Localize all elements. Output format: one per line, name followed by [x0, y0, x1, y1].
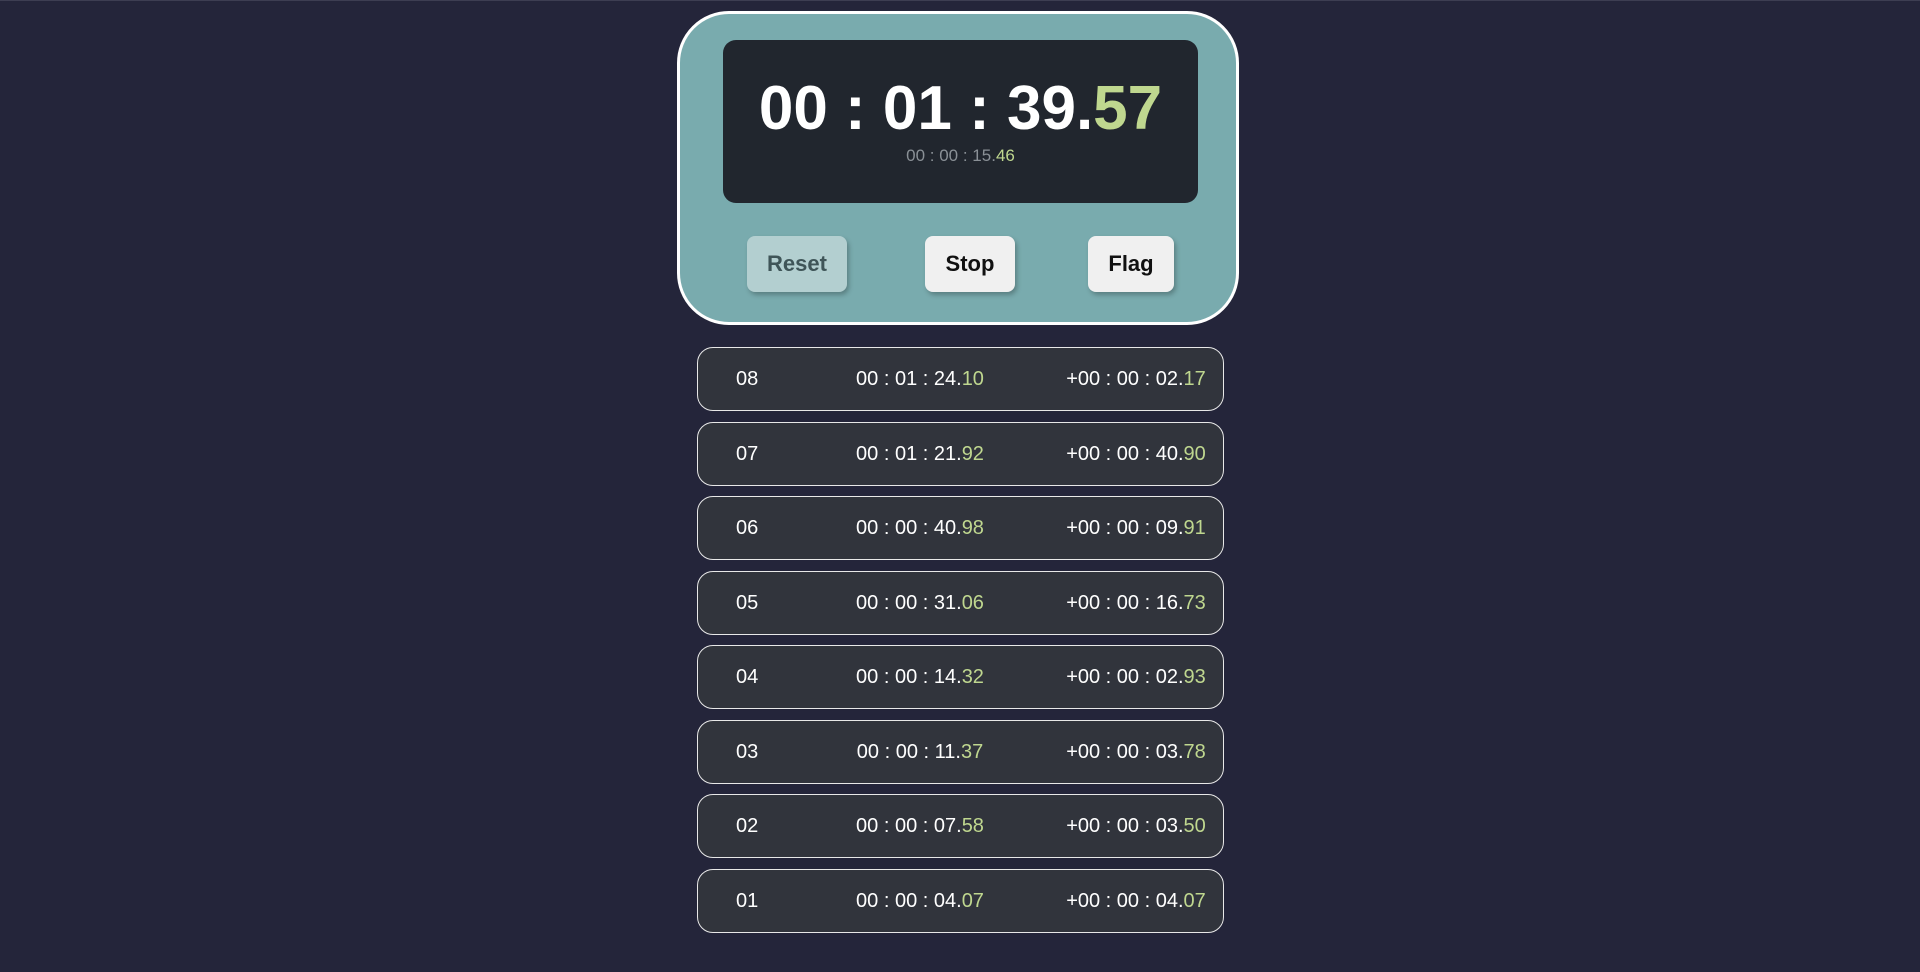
lap-row: 02 00 : 00 : 07.58 +00 : 00 : 03.50: [697, 794, 1224, 858]
lap-row: 01 00 : 00 : 04.07 +00 : 00 : 04.07: [697, 868, 1224, 933]
lap-split-base: +00 : 00 : 04.: [1066, 889, 1184, 912]
lap-number: 01: [736, 889, 759, 912]
lap-split-centiseconds: 78: [1183, 740, 1206, 763]
lap-split-time: +00 : 00 : 02.17: [1036, 369, 1236, 389]
lap-total-centiseconds: 07: [961, 889, 984, 912]
lap-split-base: +00 : 00 : 09.: [1066, 517, 1184, 539]
lap-row: 07 00 : 01 : 21.92 +00 : 00 : 40.90: [697, 421, 1224, 486]
stop-button[interactable]: Stop: [925, 236, 1015, 292]
lap-split-centiseconds: 73: [1183, 591, 1206, 614]
lap-total-base: 00 : 01 : 24.: [856, 368, 962, 390]
lap-total-time: 00 : 01 : 21.92: [835, 444, 1005, 464]
lap-split-base: +00 : 00 : 16.: [1066, 591, 1184, 614]
current-lap-time: 00 : 00 : 15.46: [723, 147, 1198, 164]
lap-total-base: 00 : 00 : 11.: [856, 740, 961, 763]
lap-row: 03 00 : 00 : 11.37 +00 : 00 : 03.78: [697, 719, 1224, 784]
lap-total-base: 00 : 00 : 14.: [856, 666, 962, 688]
lap-split-centiseconds: 90: [1183, 442, 1206, 465]
lap-split-base: +00 : 00 : 03.: [1066, 740, 1184, 763]
lap-number: 07: [736, 442, 759, 465]
lap-number: 08: [736, 368, 759, 390]
lap-split-centiseconds: 50: [1183, 815, 1206, 837]
lap-total-centiseconds: 10: [961, 368, 984, 390]
lap-split-time: +00 : 00 : 16.73: [1036, 593, 1236, 613]
lap-total-time: 00 : 00 : 40.98: [835, 518, 1005, 538]
lap-split-base: +00 : 00 : 02.: [1066, 368, 1184, 390]
lap-row: 05 00 : 00 : 31.06 +00 : 00 : 16.73: [697, 570, 1224, 635]
lap-total-centiseconds: 92: [961, 442, 984, 465]
lap-split-time: +00 : 00 : 03.50: [1036, 816, 1236, 836]
reset-button[interactable]: Reset: [747, 236, 847, 292]
lap-total-base: 00 : 01 : 21.: [856, 442, 962, 465]
lap-total-base: 00 : 00 : 04.: [856, 889, 962, 912]
stopwatch-panel: 00 : 01 : 39.57 00 : 00 : 15.46 Reset St…: [677, 11, 1239, 325]
lap-split-time: +00 : 00 : 40.90: [1036, 444, 1236, 464]
time-display: 00 : 01 : 39.57 00 : 00 : 15.46: [723, 40, 1198, 203]
lap-time-centiseconds: 46: [995, 146, 1015, 165]
lap-total-time: 00 : 00 : 31.06: [835, 593, 1005, 613]
lap-split-time: +00 : 00 : 09.91: [1036, 518, 1236, 538]
lap-number: 06: [736, 517, 759, 539]
lap-row: 04 00 : 00 : 14.32 +00 : 00 : 02.93: [697, 645, 1224, 709]
main-time-base: 00 : 01 : 39.: [758, 74, 1094, 143]
lap-total-base: 00 : 00 : 07.: [856, 815, 962, 837]
lap-split-time: +00 : 00 : 03.78: [1036, 742, 1236, 762]
lap-split-centiseconds: 93: [1183, 666, 1206, 688]
lap-total-time: 00 : 00 : 11.37: [835, 742, 1005, 762]
lap-number: 02: [736, 815, 759, 837]
lap-split-base: +00 : 00 : 03.: [1066, 815, 1184, 837]
lap-total-time: 00 : 00 : 07.58: [835, 816, 1005, 836]
lap-total-time: 00 : 00 : 04.07: [835, 891, 1005, 911]
lap-split-base: +00 : 00 : 02.: [1066, 666, 1184, 688]
flag-button[interactable]: Flag: [1088, 236, 1174, 292]
lap-split-centiseconds: 91: [1183, 517, 1206, 539]
main-time-centiseconds: 57: [1093, 74, 1163, 143]
lap-total-centiseconds: 37: [960, 740, 984, 763]
lap-total-time: 00 : 00 : 14.32: [835, 667, 1005, 687]
lap-number: 03: [736, 740, 759, 763]
lap-row: 06 00 : 00 : 40.98 +00 : 00 : 09.91: [697, 496, 1224, 560]
lap-total-time: 00 : 01 : 24.10: [835, 369, 1005, 389]
lap-total-base: 00 : 00 : 31.: [856, 591, 962, 614]
lap-split-time: +00 : 00 : 04.07: [1036, 891, 1236, 911]
lap-split-centiseconds: 07: [1183, 889, 1206, 912]
lap-number: 04: [736, 666, 759, 688]
lap-total-centiseconds: 32: [961, 666, 984, 688]
main-time: 00 : 01 : 39.57: [723, 78, 1198, 140]
lap-total-centiseconds: 98: [961, 517, 984, 539]
lap-split-centiseconds: 17: [1183, 368, 1206, 390]
lap-total-centiseconds: 06: [961, 591, 984, 614]
lap-split-time: +00 : 00 : 02.93: [1036, 667, 1236, 687]
lap-list: 08 00 : 01 : 24.10 +00 : 00 : 02.17 07 00 : …: [697, 347, 1224, 943]
lap-time-base: 00 : 00 : 15.: [906, 146, 996, 165]
lap-number: 05: [736, 591, 759, 614]
lap-total-base: 00 : 00 : 40.: [856, 517, 962, 539]
lap-row: 08 00 : 01 : 24.10 +00 : 00 : 02.17: [697, 347, 1224, 411]
top-border: [0, 0, 1920, 1]
lap-total-centiseconds: 58: [961, 815, 984, 837]
lap-split-base: +00 : 00 : 40.: [1066, 442, 1184, 465]
